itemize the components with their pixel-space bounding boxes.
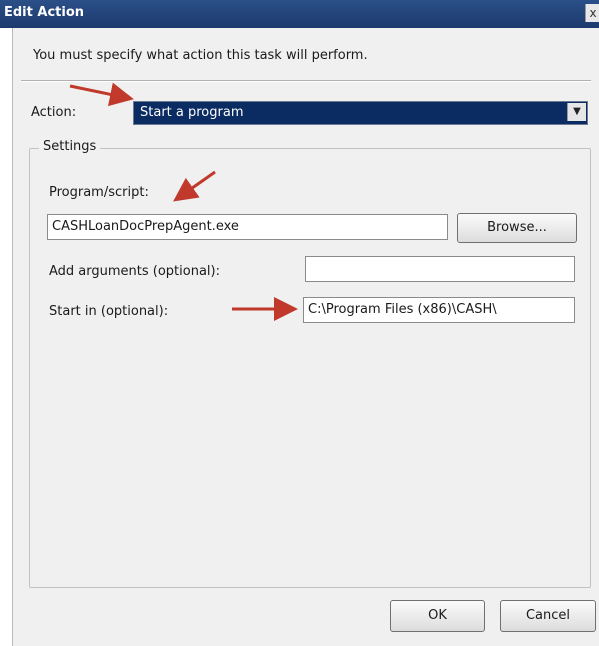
cancel-button[interactable]: Cancel (500, 600, 596, 632)
browse-button[interactable]: Browse... (457, 213, 577, 243)
settings-legend: Settings (39, 139, 101, 154)
instruction-text: You must specify what action this task w… (33, 48, 368, 63)
chevron-down-icon[interactable]: ▼ (567, 103, 586, 121)
start-in-label: Start in (optional): (49, 304, 169, 319)
action-selected-value: Start a program (140, 105, 244, 120)
program-script-label: Program/script: (49, 185, 149, 200)
ok-button[interactable]: OK (390, 600, 485, 632)
separator (21, 80, 591, 82)
action-dropdown[interactable]: Start a program ▼ (133, 101, 588, 125)
program-script-input[interactable]: CASHLoanDocPrepAgent.exe (47, 214, 448, 240)
window-title: Edit Action (4, 5, 85, 20)
add-arguments-label: Add arguments (optional): (49, 264, 220, 279)
dialog-body: You must specify what action this task w… (12, 28, 599, 646)
add-arguments-input[interactable] (305, 256, 575, 282)
title-bar[interactable]: Edit Action x (0, 0, 599, 28)
close-button[interactable]: x (585, 4, 599, 22)
action-label: Action: (31, 105, 77, 120)
start-in-input[interactable]: C:\Program Files (x86)\CASH\ (303, 297, 575, 323)
